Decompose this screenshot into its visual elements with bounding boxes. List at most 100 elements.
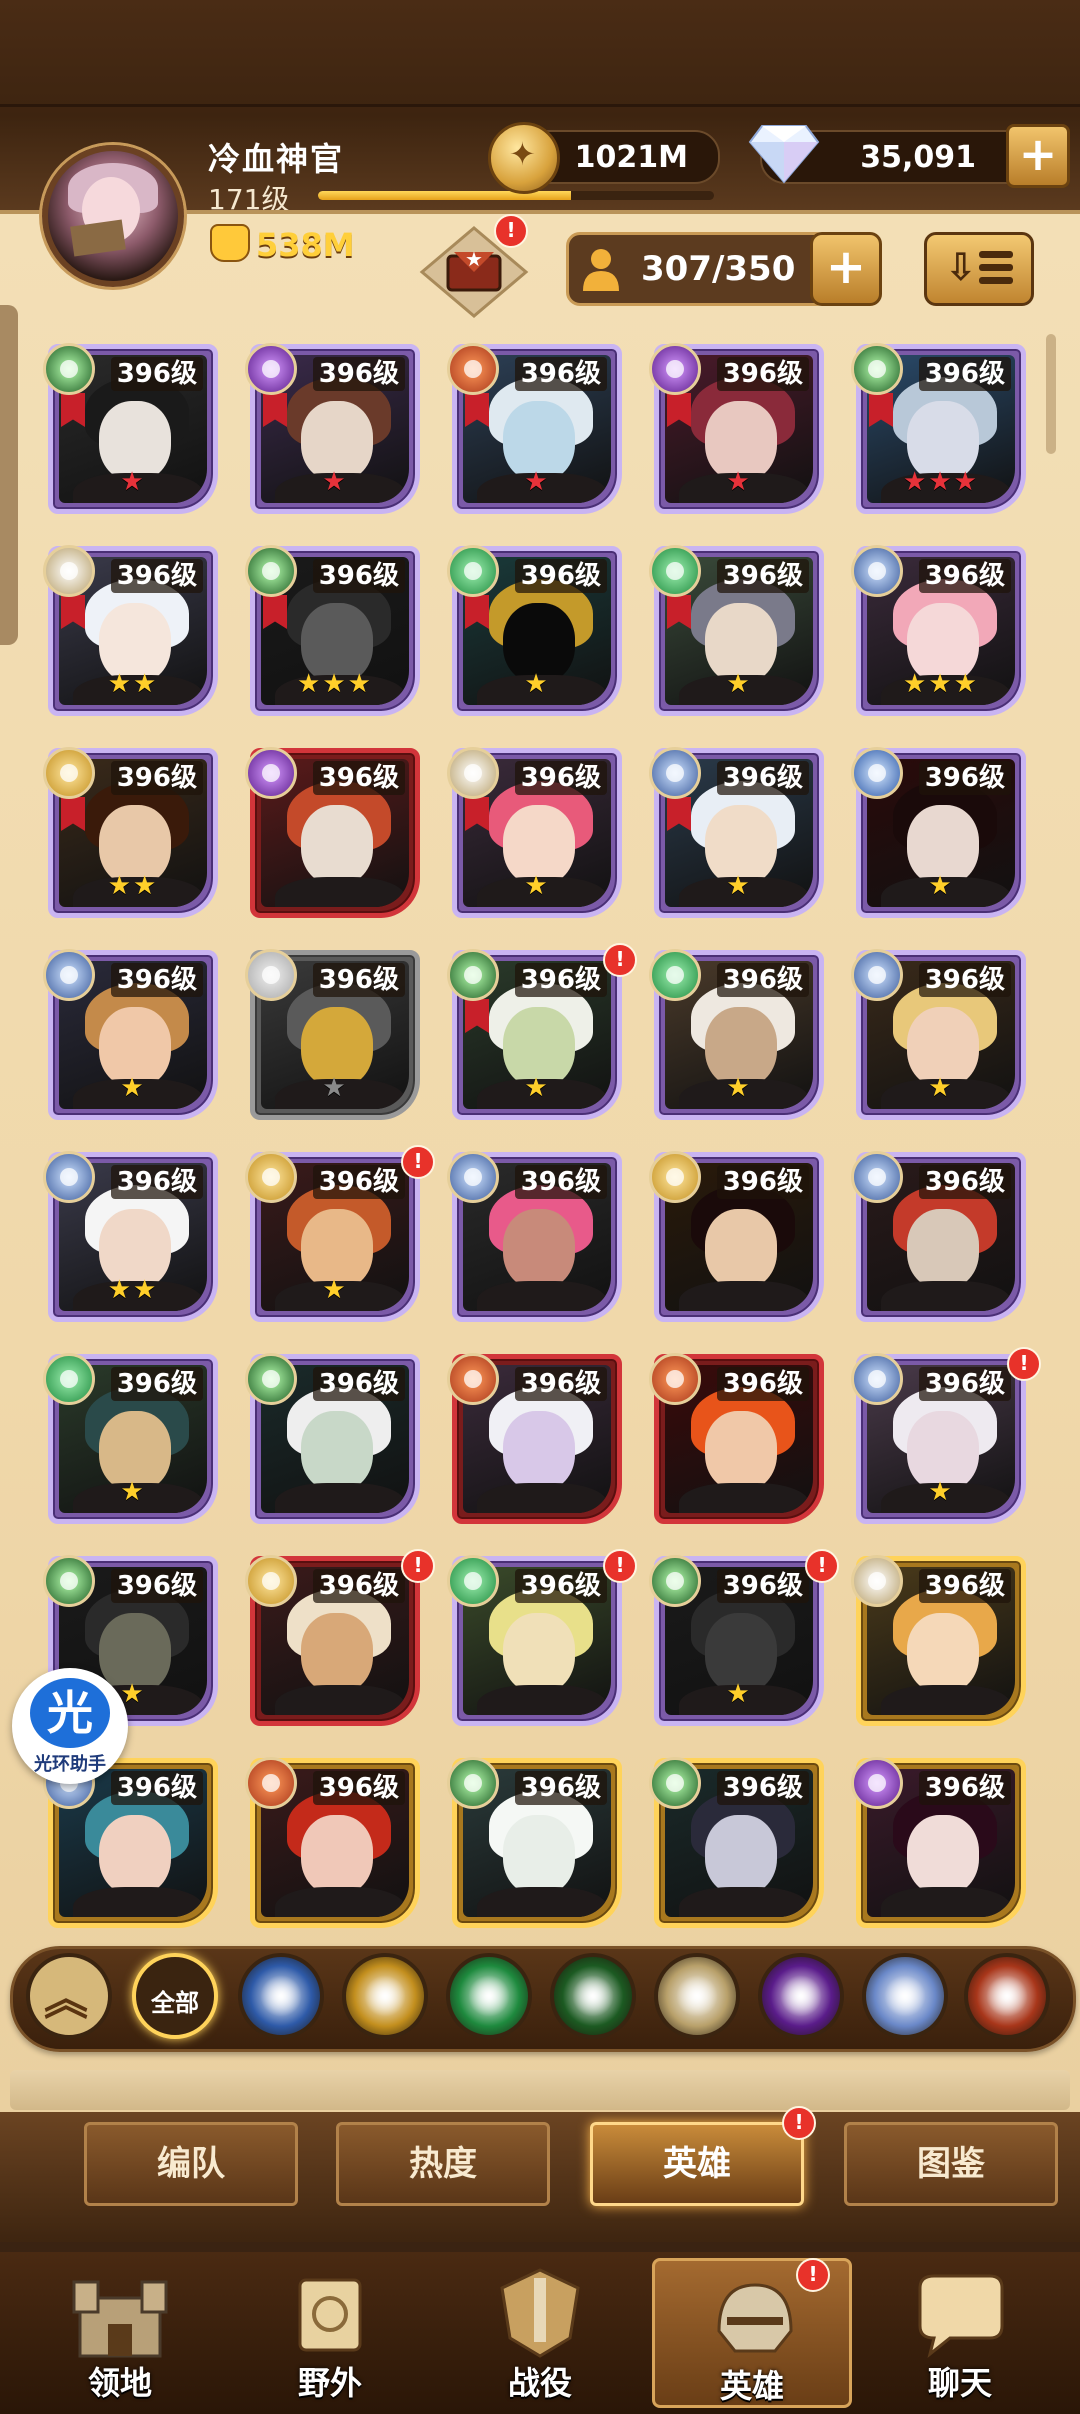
hero-card[interactable]: 396级 ★	[649, 545, 824, 716]
hero-card[interactable]: 396级 ★!	[851, 1347, 1041, 1524]
filter-all-button[interactable]: 全部	[132, 1953, 218, 2039]
hero-card[interactable]: 396级	[851, 1555, 1026, 1726]
nav-territory[interactable]: 领地	[20, 2258, 220, 2408]
hero-card[interactable]: 396级 ★★	[43, 545, 218, 716]
castle-icon	[72, 2280, 168, 2358]
hero-stars: ★	[524, 669, 550, 699]
filter-light[interactable]	[342, 1953, 428, 2039]
hero-card[interactable]: 396级 ★★★	[851, 343, 1026, 514]
filter-lightbearer[interactable]	[238, 1953, 324, 2039]
filter-dimensional[interactable]	[862, 1953, 948, 2039]
hero-face	[301, 1411, 373, 1491]
hero-card[interactable]: 396级 ★★★	[851, 545, 1026, 716]
hero-level: 396级	[918, 761, 1011, 795]
subtab-popularity[interactable]: 热度	[336, 2122, 550, 2206]
hero-card[interactable]: 396级 ★	[245, 949, 420, 1120]
hero-face	[907, 1209, 979, 1289]
filter-graveborn[interactable]	[550, 1953, 636, 2039]
hero-card[interactable]: 396级	[851, 1757, 1026, 1928]
hero-card[interactable]: 396级 ★	[43, 343, 218, 514]
hero-card[interactable]: 396级!	[447, 1549, 637, 1726]
sort-button[interactable]: ⇩	[924, 232, 1034, 306]
hero-level: 396级	[312, 1165, 405, 1199]
add-diamonds-button[interactable]: +	[1006, 124, 1070, 188]
filter-wilder[interactable]	[446, 1953, 532, 2039]
faction-emblem-icon	[851, 747, 903, 799]
hero-card[interactable]: 396级	[649, 1151, 824, 1322]
hero-card[interactable]: 396级	[245, 1353, 420, 1524]
hero-body	[275, 877, 405, 907]
hero-stars: ★★★	[903, 669, 979, 699]
filter-celestial[interactable]	[654, 1953, 740, 2039]
nav-wilderness[interactable]: 野外	[230, 2258, 430, 2408]
hero-level: 396级	[312, 559, 405, 593]
hero-card[interactable]: 396级	[245, 747, 420, 918]
hero-card[interactable]: 396级 ★★	[43, 747, 218, 918]
hero-card[interactable]: 396级 ★	[43, 1353, 218, 1524]
filter-mauler[interactable]	[964, 1953, 1050, 2039]
hero-face	[705, 1411, 777, 1491]
assistant-label: 光环助手	[34, 1754, 106, 1775]
nav-territory-label: 领地	[87, 2364, 152, 2402]
hero-card[interactable]: 396级 ★	[851, 949, 1026, 1120]
hero-card[interactable]: 396级 ★	[245, 343, 420, 514]
hero-card[interactable]: 396级 ★!	[447, 943, 637, 1120]
hero-card[interactable]: 396级	[447, 1757, 622, 1928]
hero-card[interactable]: 396级 ★	[649, 343, 824, 514]
hero-card[interactable]: 396级 ★	[447, 545, 622, 716]
hero-level: 396级	[110, 1367, 203, 1401]
hero-card[interactable]: 396级 ★	[447, 343, 622, 514]
subtab-formation[interactable]: 编队	[84, 2122, 298, 2206]
player-name: 冷血神官	[208, 140, 345, 178]
hero-card[interactable]: 396级	[649, 1353, 824, 1524]
assistant-floating-button[interactable]: 光 光环助手	[12, 1668, 128, 1784]
hero-body	[477, 1887, 607, 1917]
hero-card[interactable]: 396级	[245, 1757, 420, 1928]
hero-card[interactable]: 396级 ★	[851, 747, 1026, 918]
avatar-sign	[70, 219, 126, 257]
hero-stars: ★	[322, 467, 348, 497]
faction-emblem-icon	[43, 1555, 95, 1607]
hero-face	[705, 1209, 777, 1289]
player-avatar[interactable]	[42, 145, 184, 287]
faction-emblem-icon	[447, 343, 499, 395]
subtab-heroes[interactable]: 英雄	[590, 2122, 804, 2206]
hero-card[interactable]: 396级	[649, 1757, 824, 1928]
hero-face	[907, 1815, 979, 1895]
side-handle[interactable]	[0, 305, 18, 645]
hero-card[interactable]: 396级!	[245, 1549, 435, 1726]
subtab-codex[interactable]: 图鉴	[844, 2122, 1058, 2206]
hero-card[interactable]: 396级	[447, 1151, 622, 1322]
filter-up[interactable]: ︽	[26, 1953, 112, 2039]
hero-card[interactable]: 396级 ★!	[245, 1145, 435, 1322]
hero-card[interactable]: 396级 ★★★	[245, 545, 420, 716]
hero-stars: ★	[120, 1477, 146, 1507]
divider-strip	[10, 2070, 1070, 2110]
filter-hypogean[interactable]	[758, 1953, 844, 2039]
scrollbar[interactable]	[1046, 334, 1056, 454]
nav-chat[interactable]: 聊天	[860, 2258, 1060, 2408]
hero-card[interactable]: 396级 ★	[649, 949, 824, 1120]
add-roster-button[interactable]: +	[810, 232, 882, 306]
faction-emblem-icon	[245, 545, 297, 597]
hero-card[interactable]: 396级 ★	[649, 747, 824, 918]
hero-stars: ★★	[107, 669, 159, 699]
faction-emblem-icon	[245, 1757, 297, 1809]
hero-card[interactable]: 396级 ★	[43, 949, 218, 1120]
hero-card[interactable]: 396级 ★★	[43, 1151, 218, 1322]
hero-card[interactable]: 396级	[447, 1353, 622, 1524]
hero-stars: ★	[726, 1073, 752, 1103]
hero-level: 396级	[716, 559, 809, 593]
hero-card[interactable]: 396级	[851, 1151, 1026, 1322]
hero-level: 396级	[312, 1771, 405, 1805]
top-bar-divider	[0, 104, 1080, 107]
hero-card[interactable]: 396级 ★	[447, 747, 622, 918]
hero-card[interactable]: 396级 ★!	[649, 1549, 839, 1726]
hero-level: 396级	[918, 357, 1011, 391]
hero-level: 396级	[716, 1771, 809, 1805]
roster-counter: 307/350	[566, 232, 830, 306]
hero-body	[679, 1281, 809, 1311]
nav-campaign[interactable]: 战役	[440, 2258, 640, 2408]
hero-body	[275, 1483, 405, 1513]
person-icon	[583, 249, 619, 291]
